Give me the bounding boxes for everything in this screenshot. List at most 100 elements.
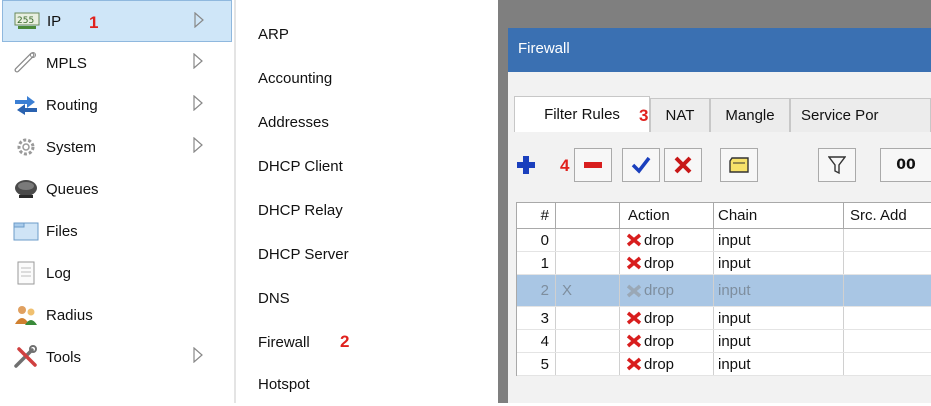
- annotation-3: 3: [639, 106, 649, 125]
- enable-button[interactable]: [622, 148, 660, 182]
- table-row[interactable]: 3 drop input: [517, 307, 931, 330]
- rule-flag: [555, 229, 619, 251]
- submenu-item-firewall[interactable]: Firewall 2: [236, 320, 498, 364]
- submenu-item-dhcp-client[interactable]: DHCP Client: [236, 144, 498, 188]
- filter-button[interactable]: [818, 148, 856, 182]
- menu-item-tools[interactable]: Tools: [2, 336, 232, 378]
- window-gap: [498, 0, 508, 403]
- rule-action-label: drop: [644, 355, 675, 373]
- column-header-action[interactable]: Action: [619, 203, 713, 228]
- filter-icon: [828, 156, 846, 175]
- menu-item-label: Routing: [46, 96, 98, 114]
- tab-mangle[interactable]: Mangle: [710, 98, 790, 132]
- reset-counters-button[interactable]: 00: [880, 148, 931, 182]
- submenu-item-dhcp-relay[interactable]: DHCP Relay: [236, 188, 498, 232]
- reset-counters-label: 00: [896, 157, 916, 173]
- submenu-arrow-icon: [193, 137, 203, 153]
- submenu-arrow-icon: [193, 95, 203, 111]
- rule-src-address: [843, 252, 931, 274]
- submenu-item-label: Addresses: [258, 113, 329, 131]
- column-header-flags[interactable]: [555, 203, 619, 228]
- annotation-1: 1: [89, 13, 99, 32]
- submenu-item-label: Hotspot: [258, 375, 310, 393]
- rule-chain: input: [713, 229, 843, 251]
- menu-item-label: Queues: [46, 180, 99, 198]
- menu-item-radius[interactable]: Radius: [2, 294, 232, 336]
- tab-label: Mangle: [725, 107, 775, 124]
- tab-filter-rules[interactable]: Filter Rules: [514, 96, 650, 132]
- table-row[interactable]: 0 drop input: [517, 229, 931, 252]
- firewall-toolbar: 4 00: [508, 148, 931, 188]
- tab-label: Service Por: [801, 107, 879, 124]
- table-row[interactable]: 4 drop input: [517, 330, 931, 353]
- routing-icon: [12, 93, 40, 117]
- rule-number: 3: [540, 309, 549, 327]
- table-row[interactable]: 1 drop input: [517, 252, 931, 275]
- ip-submenu: ARP Accounting Addresses DHCP Client DHC…: [236, 0, 498, 403]
- firewall-tabs: Filter Rules 3 NAT Mangle Service Por: [508, 96, 931, 132]
- rule-action-label: drop: [644, 231, 675, 249]
- menu-item-mpls[interactable]: MPLS: [2, 42, 232, 84]
- submenu-item-hotspot[interactable]: Hotspot: [236, 362, 498, 406]
- svg-text:255: 255: [17, 16, 34, 26]
- menu-item-label: Radius: [46, 306, 93, 324]
- comment-button[interactable]: [720, 148, 758, 182]
- menu-item-system[interactable]: System: [2, 126, 232, 168]
- menu-item-label: Files: [46, 222, 78, 240]
- rule-flag: X: [555, 275, 619, 306]
- table-row-disabled[interactable]: 2 X drop input: [517, 275, 931, 307]
- rule-chain: input: [713, 275, 843, 306]
- menu-item-queues[interactable]: Queues: [2, 168, 232, 210]
- rule-flag: [555, 252, 619, 274]
- tab-nat[interactable]: NAT: [650, 98, 710, 132]
- firewall-titlebar[interactable]: Firewall: [508, 28, 931, 72]
- disable-button[interactable]: [664, 148, 702, 182]
- submenu-item-label: Accounting: [258, 69, 333, 87]
- rule-chain: input: [713, 307, 843, 329]
- submenu-arrow-icon: [193, 53, 203, 69]
- submenu-item-addresses[interactable]: Addresses: [236, 100, 498, 144]
- menu-item-ip[interactable]: 255 IP 1: [2, 0, 232, 42]
- submenu-item-accounting[interactable]: Accounting: [236, 56, 498, 100]
- rule-action: drop: [619, 307, 713, 329]
- submenu-arrow-icon: [193, 347, 203, 363]
- rule-action: drop: [619, 353, 713, 375]
- submenu-item-label: Firewall: [258, 333, 310, 351]
- submenu-item-label: ARP: [258, 25, 289, 43]
- menu-item-label: IP: [47, 12, 62, 30]
- table-row[interactable]: 5 drop input: [517, 353, 931, 376]
- menu-item-label: MPLS: [46, 54, 87, 72]
- rule-number: 1: [540, 254, 549, 272]
- remove-button[interactable]: [574, 148, 612, 182]
- menu-item-routing[interactable]: Routing: [2, 84, 232, 126]
- comment-icon: [729, 157, 749, 173]
- column-header-chain[interactable]: Chain: [713, 203, 843, 228]
- menu-item-label: Log: [46, 264, 72, 282]
- submenu-arrow-icon: [194, 12, 204, 28]
- submenu-item-arp[interactable]: ARP: [236, 12, 498, 56]
- column-header-number[interactable]: #: [517, 203, 555, 228]
- submenu-item-dns[interactable]: DNS: [236, 276, 498, 320]
- rule-src-address: [843, 229, 931, 251]
- rule-action: drop: [619, 229, 713, 251]
- tools-icon: [12, 345, 40, 369]
- menu-item-files[interactable]: Files: [2, 210, 232, 252]
- tab-label: NAT: [665, 107, 695, 124]
- drop-x-icon: [626, 357, 642, 371]
- rule-number: 4: [540, 332, 549, 350]
- drop-x-icon: [626, 334, 642, 348]
- tab-service-ports[interactable]: Service Por: [790, 98, 931, 132]
- annotation-2: 2: [340, 332, 350, 351]
- add-button[interactable]: [512, 148, 540, 182]
- rule-action: drop: [619, 275, 713, 306]
- submenu-item-dhcp-server[interactable]: DHCP Server: [236, 232, 498, 276]
- tab-label: Filter Rules: [544, 106, 620, 123]
- menu-item-label: System: [46, 138, 97, 156]
- menu-item-log[interactable]: Log: [2, 252, 232, 294]
- mpls-icon: [12, 51, 40, 75]
- log-icon: [12, 261, 40, 285]
- rule-action: drop: [619, 330, 713, 352]
- rule-src-address: [843, 353, 931, 375]
- add-icon: [517, 156, 535, 174]
- column-header-src-address[interactable]: Src. Add: [843, 203, 931, 228]
